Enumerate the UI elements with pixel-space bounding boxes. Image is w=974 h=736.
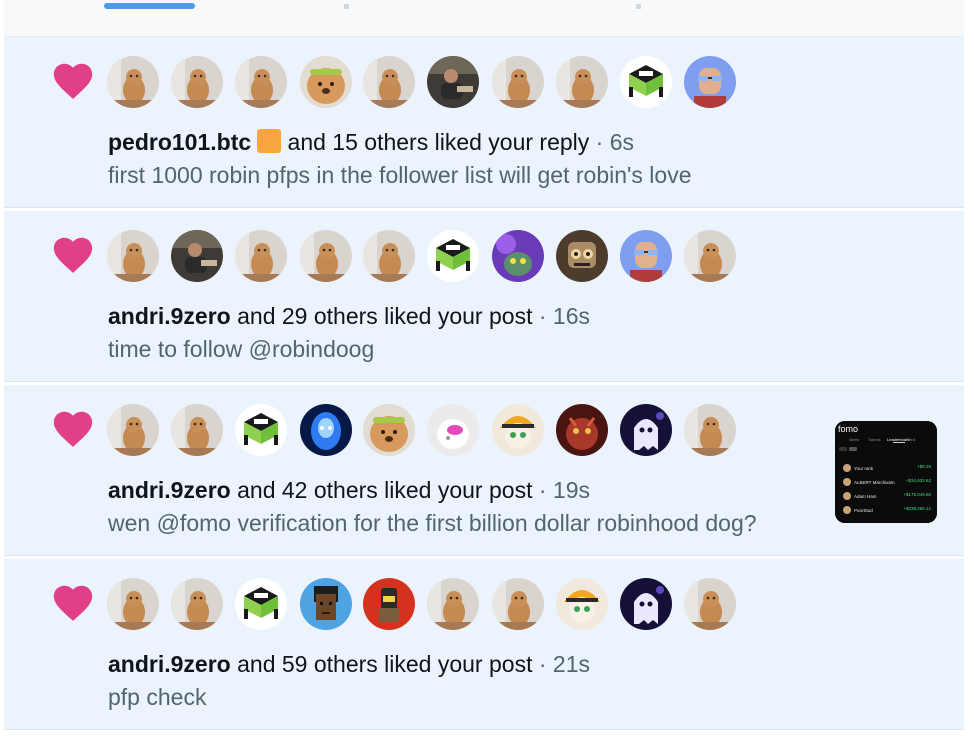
post-preview-text: pfp check: [108, 684, 207, 710]
username-link[interactable]: andri.9zero: [108, 651, 231, 677]
thumb-row-name: Your rank: [854, 466, 874, 471]
notification-item[interactable]: andri.9zero and 59 others liked your pos…: [4, 559, 964, 730]
dog-avatar[interactable]: [492, 56, 544, 108]
dog-avatar[interactable]: [556, 56, 608, 108]
red-creature-avatar[interactable]: [556, 404, 608, 456]
green-logo-avatar[interactable]: [235, 578, 287, 630]
notification-action: and 29 others liked your post: [230, 303, 533, 329]
green-logo-avatar[interactable]: [427, 230, 479, 282]
fluffy-dog-avatar[interactable]: [300, 56, 352, 108]
timestamp: · 6s: [589, 129, 635, 155]
heart-icon: [50, 406, 96, 452]
dog-avatar[interactable]: [107, 230, 159, 282]
thumb-row-name: ALBERT Marchivam: [854, 480, 895, 485]
green-logo-avatar[interactable]: [235, 404, 287, 456]
dog-avatar[interactable]: [300, 230, 352, 282]
dog-avatar[interactable]: [492, 578, 544, 630]
dog-avatar[interactable]: [684, 404, 736, 456]
thumb-row-value: +$175,049.66: [903, 492, 931, 497]
dog-avatar[interactable]: [363, 230, 415, 282]
top-tab-strip: [4, 0, 964, 37]
dog-avatar[interactable]: [684, 230, 736, 282]
thumb-row-value: +$34,632.62: [906, 478, 932, 483]
tab-label-fragment: [344, 4, 349, 9]
dog-avatar[interactable]: [235, 230, 287, 282]
anime-girl-avatar[interactable]: [556, 578, 608, 630]
dog-avatar[interactable]: [107, 404, 159, 456]
username-link[interactable]: andri.9zero: [108, 477, 231, 503]
dog-avatar[interactable]: [363, 56, 415, 108]
dog-avatar[interactable]: [684, 578, 736, 630]
dog-avatar[interactable]: [171, 578, 223, 630]
dog-avatar[interactable]: [235, 56, 287, 108]
notification-summary: andri.9zero and 29 others liked your pos…: [108, 301, 590, 331]
dog-avatar[interactable]: [107, 578, 159, 630]
post-preview-text: wen @fomo verification for the first bil…: [108, 510, 757, 536]
notification-item[interactable]: andri.9zero and 42 others liked your pos…: [4, 385, 964, 556]
notification-item[interactable]: andri.9zero and 29 others liked your pos…: [4, 211, 964, 382]
ghost-avatar[interactable]: [620, 404, 672, 456]
fluffy-dog-avatar[interactable]: [363, 404, 415, 456]
post-media-thumbnail[interactable]: fomo Alerts Tokens Leaderboard Feed Your ra…: [835, 421, 937, 523]
robot-avatar[interactable]: [556, 230, 608, 282]
orange-badge-icon: [257, 129, 282, 153]
thumb-brand: fomo: [838, 424, 858, 434]
person-avatar[interactable]: [171, 230, 223, 282]
white-creature-avatar[interactable]: [427, 404, 479, 456]
notification-action: and 15 others liked your reply: [281, 129, 590, 155]
dog-avatar[interactable]: [427, 578, 479, 630]
timestamp: · 21s: [532, 651, 590, 677]
heart-icon: [50, 58, 96, 104]
dog-avatar[interactable]: [171, 56, 223, 108]
timestamp: · 19s: [532, 477, 590, 503]
active-tab-indicator: [104, 3, 195, 9]
dog-avatar[interactable]: [171, 404, 223, 456]
bald-man-avatar[interactable]: [620, 230, 672, 282]
thumb-row-value: +$238,286.12: [903, 506, 931, 511]
notification-summary: andri.9zero and 42 others liked your pos…: [108, 475, 590, 505]
notification-action: and 59 others liked your post: [230, 651, 533, 677]
heart-icon: [50, 580, 96, 626]
notification-summary: andri.9zero and 59 others liked your pos…: [108, 649, 590, 679]
thumb-tab: Tokens: [868, 437, 881, 442]
notification-summary: pedro101.btc and 15 others liked your re…: [108, 127, 634, 157]
tab-label-fragment: [636, 4, 641, 9]
notification-action: and 42 others liked your post: [230, 477, 533, 503]
thumb-row-name: PoorStud: [854, 508, 873, 513]
heart-icon: [50, 232, 96, 278]
username-link[interactable]: andri.9zero: [108, 303, 231, 329]
blue-alien-avatar[interactable]: [300, 404, 352, 456]
timestamp: · 16s: [532, 303, 590, 329]
post-preview-text: first 1000 robin pfps in the follower li…: [108, 162, 692, 188]
punk-avatar[interactable]: [300, 578, 352, 630]
green-logo-avatar[interactable]: [620, 56, 672, 108]
thumb-row-value: +$0.25: [917, 464, 931, 469]
username-link[interactable]: pedro101.btc: [108, 129, 251, 155]
notification-item[interactable]: pedro101.btc and 15 others liked your re…: [4, 37, 964, 208]
dog-avatar[interactable]: [107, 56, 159, 108]
person-avatar[interactable]: [427, 56, 479, 108]
thumb-tab: Feed: [906, 437, 915, 442]
thumb-row-name: Adam Ham: [854, 494, 877, 499]
bald-man-avatar[interactable]: [684, 56, 736, 108]
thumb-tab: Alerts: [849, 437, 859, 442]
post-preview-text: time to follow @robindoog: [108, 336, 375, 362]
purple-monster-avatar[interactable]: [492, 230, 544, 282]
ghost-avatar[interactable]: [620, 578, 672, 630]
red-bird-avatar[interactable]: [363, 578, 415, 630]
anime-girl-avatar[interactable]: [492, 404, 544, 456]
